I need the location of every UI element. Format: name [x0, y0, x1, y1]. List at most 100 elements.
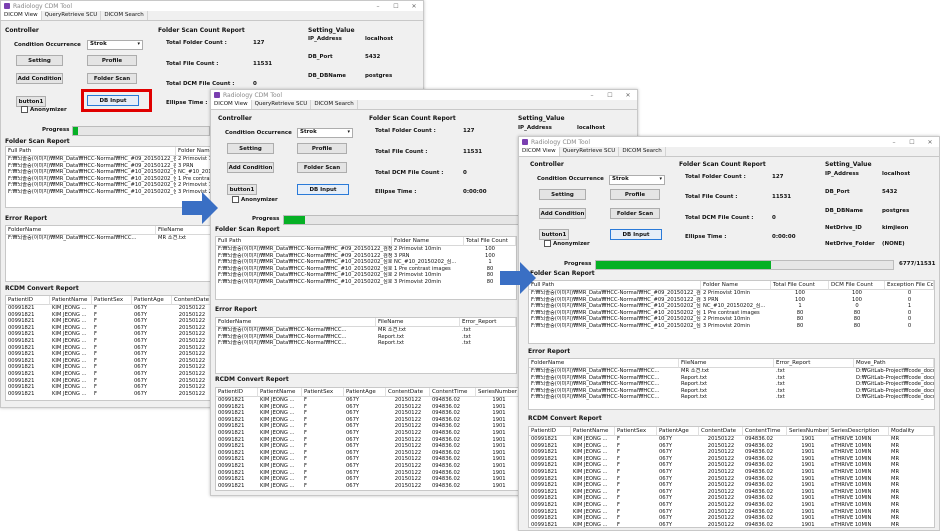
column-header[interactable]: PatientID [529, 427, 571, 436]
tab-dicom-view[interactable]: DICOM View [519, 147, 560, 156]
tab-queryretrieve[interactable]: QueryRetrieve SCU [252, 100, 312, 109]
setting-button[interactable]: Setting [16, 55, 63, 66]
column-header[interactable]: FolderName [216, 318, 376, 327]
condition-select[interactable]: Strok ▾ [609, 175, 665, 185]
maximize-button[interactable]: ☐ [903, 139, 921, 146]
column-header[interactable]: Total File Count [464, 237, 516, 246]
button1[interactable]: button1 [227, 184, 257, 195]
column-header[interactable]: SeriesNumber [787, 427, 829, 436]
table-row[interactable]: F:₩뇌졸중(이미지)₩MR_Data₩HCC-Normal₩HCC... Rep… [529, 381, 934, 388]
table-row[interactable]: F:₩뇌졸중(이미지)₩MR_Data₩HCC-Normal₩HC_#09_20… [216, 246, 516, 253]
table-row[interactable]: 00991821 KIM JEONG ... F 067Y 20150122 [6, 378, 211, 385]
column-header[interactable]: Folder Name [701, 281, 771, 290]
column-header[interactable]: Full Path [529, 281, 701, 290]
column-header[interactable]: Error_Report [774, 359, 854, 368]
anonymizer-checkbox[interactable]: Anonymizer [21, 106, 67, 113]
table-row[interactable]: 00991821 KIM JEONG ... F 067Y 20150122 094836… [529, 449, 934, 456]
column-header[interactable]: PatientAge [657, 427, 699, 436]
column-header[interactable]: Folder Name [392, 237, 464, 246]
column-header[interactable]: FileName [156, 226, 211, 235]
column-header[interactable]: FileName [679, 359, 774, 368]
table-row[interactable]: F:₩뇌졸중(이미지)₩MR_Data₩HCC-Normal₩HCC... Rep… [529, 394, 934, 401]
setting-button[interactable]: Setting [227, 143, 274, 154]
rcdm-grid[interactable]: PatientID PatientName PatientSex PatientAge… [215, 387, 527, 491]
table-row[interactable]: F:₩뇌졸중(이미지)₩MR_Data₩HCC-Normal₩HC_#09_20… [216, 253, 516, 260]
minimize-button[interactable]: – [885, 139, 903, 146]
column-header[interactable]: ContentDate [386, 388, 430, 397]
tab-dicom-search[interactable]: DICOM Search [311, 100, 358, 109]
table-row[interactable]: F:₩뇌졸중(이미지)₩MR_Data₩HCC-Normal₩HC_#10_20… [216, 259, 516, 266]
table-row[interactable]: F:₩뇌졸중(이미지)₩MR_Data₩HCC-Normal₩HC_#10_20… [6, 182, 211, 189]
profile-button[interactable]: Profile [610, 189, 660, 200]
scan-report-grid[interactable]: Full Path Folder Name Total File Count DCM … [528, 280, 935, 344]
table-row[interactable]: 00991821 KIM JEONG ... F 067Y 20150122 094836… [216, 404, 526, 411]
profile-button[interactable]: Profile [87, 55, 137, 66]
column-header[interactable]: FolderName [6, 226, 156, 235]
table-row[interactable]: F:₩뇌졸중(이미지)₩MR_Data₩HCC-Normal₩HC_#10_20… [216, 272, 516, 279]
column-header[interactable]: PatientID [216, 388, 258, 397]
table-row[interactable]: 00991821 KIM JEONG ... F 067Y 20150122 [6, 338, 211, 345]
table-row[interactable]: F:₩뇌졸중(이미지)₩MR_Data₩HCC-Normal₩HC_#10_20… [529, 310, 934, 317]
table-row[interactable]: F:₩뇌졸중(이미지)₩MR_Data₩HCC-Normal₩HCC... MR … [529, 368, 934, 375]
db-input-button[interactable]: DB Input [297, 184, 349, 195]
table-row[interactable]: F:₩뇌졸중(이미지)₩MR_Data₩HCC-Normal₩HC_#10_20… [216, 266, 516, 273]
error-report-grid[interactable]: FolderName FileName Error_Report F:₩뇌졸중(이미지… [215, 317, 517, 374]
db-input-button[interactable]: DB Input [610, 229, 662, 240]
column-header[interactable]: Total File Count [771, 281, 829, 290]
table-row[interactable]: F:₩뇌졸중(이미지)₩MR_Data₩HCC-Normal₩HCC... Rep… [216, 340, 516, 347]
table-row[interactable]: 00991821 KIM JEONG ... F 067Y 20150122 094836… [529, 482, 934, 489]
maximize-button[interactable]: ☐ [387, 3, 405, 10]
tab-queryretrieve[interactable]: QueryRetrieve SCU [560, 147, 620, 156]
column-header[interactable]: Move_Path [854, 359, 934, 368]
table-row[interactable]: 00991821 KIM JEONG ... F 067Y 20150122 094836… [529, 515, 934, 522]
table-row[interactable]: 00991821 KIM JEONG ... F 067Y 20150122 094836… [216, 417, 526, 424]
rcdm-grid[interactable]: PatientID PatientName PatientSex PatientAge… [528, 426, 935, 528]
add-condition-button[interactable]: Add Condition [227, 162, 274, 173]
table-row[interactable]: 00991821 KIM JEONG ... F 067Y 20150122 [6, 318, 211, 325]
table-row[interactable]: F:₩뇌졸중(이미지)₩MR_Data₩HCC-Normal₩HCC... Rep… [529, 388, 934, 395]
table-row[interactable]: 00991821 KIM JEONG ... F 067Y 20150122 094836… [216, 437, 526, 444]
column-header[interactable]: ContentTime [743, 427, 787, 436]
table-row[interactable]: 00991821 KIM JEONG ... F 067Y 20150122 [6, 384, 211, 391]
column-header[interactable]: Modality [889, 427, 934, 436]
table-row[interactable]: 00991821 KIM JEONG ... F 067Y 20150122 094836… [529, 456, 934, 463]
table-row[interactable]: 00991821 KIM JEONG ... F 067Y 20150122 094836… [216, 430, 526, 437]
column-header[interactable]: Full Path [216, 237, 392, 246]
table-row[interactable]: 00991821 KIM JEONG ... F 067Y 20150122 094836… [216, 410, 526, 417]
tab-dicom-view[interactable]: DICOM View [211, 100, 252, 109]
table-row[interactable]: 00991821 KIM JEONG ... F 067Y 20150122 094836… [216, 476, 526, 483]
close-button[interactable]: ✕ [921, 139, 939, 146]
table-row[interactable]: F:₩뇌졸중(이미지)₩MR_Data₩HCC-Normal₩HC_#09_20… [6, 163, 211, 170]
column-header[interactable]: SeriesDescription [829, 427, 889, 436]
table-row[interactable]: F:₩뇌졸중(이미지)₩MR_Data₩HCC-Normal₩HC_#10_20… [6, 189, 211, 196]
table-row[interactable]: 00991821 KIM JEONG ... F 067Y 20150122 [6, 391, 211, 398]
table-row[interactable]: F:₩뇌졸중(이미지)₩MR_Data₩HCC-Normal₩HC_#10_20… [6, 169, 211, 176]
setting-button[interactable]: Setting [539, 189, 586, 200]
table-row[interactable]: 00991821 KIM JEONG ... F 067Y 20150122 [6, 331, 211, 338]
error-report-grid[interactable]: FolderName FileName Error_Report Move_Path F… [528, 358, 935, 410]
column-header[interactable]: SeriesNumber [476, 388, 522, 397]
column-header[interactable]: FolderName [529, 359, 679, 368]
tab-queryretrieve[interactable]: QueryRetrieve SCU [42, 11, 102, 20]
table-row[interactable]: 00991821 KIM JEONG ... F 067Y 20150122 094836… [529, 469, 934, 476]
table-row[interactable]: 00991821 KIM JEONG ... F 067Y 20150122 [6, 345, 211, 352]
tab-dicom-search[interactable]: DICOM Search [101, 11, 148, 20]
column-header[interactable]: ContentTime [430, 388, 476, 397]
table-row[interactable]: F:₩뇌졸중(이미지)₩MR_Data₩HCC-Normal₩HC_#10_20… [529, 323, 934, 330]
add-condition-button[interactable]: Add Condition [16, 73, 63, 84]
table-row[interactable]: 00991821 KIM JEONG ... F 067Y 20150122 [6, 351, 211, 358]
column-header[interactable]: FileName [376, 318, 460, 327]
minimize-button[interactable]: – [583, 92, 601, 99]
table-row[interactable]: 00991821 KIM JEONG ... F 067Y 20150122 [6, 364, 211, 371]
column-header[interactable]: Error_Report [460, 318, 516, 327]
table-row[interactable]: 00991821 KIM JEONG ... F 067Y 20150122 094836… [529, 509, 934, 516]
table-row[interactable]: F:₩뇌졸중(이미지)₩MR_Data₩HCC-Normal₩HC_#10_20… [529, 303, 934, 310]
tab-dicom-search[interactable]: DICOM Search [619, 147, 666, 156]
column-header[interactable]: PatientID [6, 296, 50, 305]
table-row[interactable]: F:₩뇌졸중(이미지)₩MR_Data₩HCC-Normal₩HC_#10_20… [6, 176, 211, 183]
column-header[interactable]: Full Path [6, 147, 176, 156]
anonymizer-checkbox[interactable]: Anonymizer [544, 240, 590, 247]
column-header[interactable]: PatientName [571, 427, 615, 436]
column-header[interactable]: ContentDate [699, 427, 743, 436]
table-row[interactable]: 00991821 KIM JEONG ... F 067Y 20150122 094836… [216, 443, 526, 450]
